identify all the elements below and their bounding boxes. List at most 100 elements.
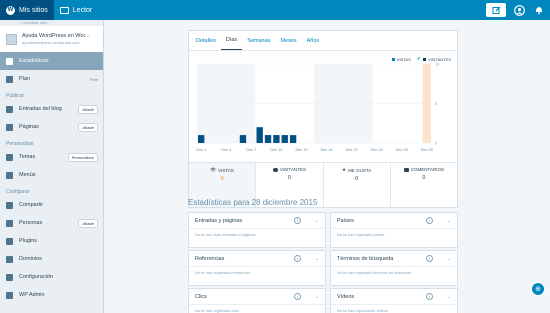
personalize-header: Personalizar bbox=[6, 141, 34, 147]
chart-bar[interactable] bbox=[264, 135, 272, 143]
chart-bar[interactable] bbox=[281, 135, 288, 143]
summary-views-value: 0 bbox=[220, 176, 224, 182]
summary-comments[interactable]: COMENTARIOS 0 bbox=[391, 163, 457, 207]
settings-icon bbox=[6, 273, 13, 281]
write-post-button[interactable] bbox=[486, 3, 506, 17]
sidebar-item-label: Entradas del blog bbox=[19, 106, 62, 112]
sidebar: < Cambiar sitio Ayuda WordPress en Wor..… bbox=[0, 20, 104, 313]
panel-header[interactable]: Países i ⌄ bbox=[331, 213, 457, 229]
panel-title: Clics bbox=[195, 293, 207, 300]
sidebar-item-pages[interactable]: Páginas Añadir bbox=[0, 118, 103, 136]
panel-header[interactable]: Entradas y páginas i ⌄ bbox=[189, 213, 325, 229]
customize-button[interactable]: Personalizar bbox=[67, 152, 98, 162]
panel-title: Entradas y páginas bbox=[195, 217, 243, 224]
panel-countries: Países i ⌄ No se han registrado países bbox=[330, 212, 458, 248]
sidebar-item-label: Estadísticas bbox=[19, 58, 49, 64]
add-post-button[interactable]: Añadir bbox=[78, 104, 98, 114]
summary-visitors-value: 0 bbox=[287, 175, 291, 181]
sidebar-item-themes[interactable]: Temas Personalizar bbox=[0, 148, 103, 166]
tab-months[interactable]: Meses bbox=[275, 33, 301, 50]
chart-bar[interactable] bbox=[198, 135, 205, 143]
chart-bar[interactable] bbox=[273, 135, 280, 143]
checkbox-icon[interactable]: ✔ bbox=[417, 56, 421, 62]
add-page-button[interactable]: Añadir bbox=[78, 122, 98, 132]
info-icon[interactable]: i bbox=[426, 255, 433, 262]
wp-admin-icon bbox=[6, 291, 13, 299]
share-icon bbox=[6, 201, 13, 209]
chevron-down-icon[interactable]: ⌄ bbox=[447, 294, 451, 300]
my-sites-button[interactable]: W Mis sitios bbox=[0, 0, 54, 20]
profile-avatar-button[interactable] bbox=[512, 3, 526, 17]
panel-empty-text: No se han registrado términos de búsqued… bbox=[337, 271, 411, 275]
sidebar-item-domains[interactable]: Dominios bbox=[0, 250, 103, 268]
site-url: ayudawordpress.wordpress.com bbox=[22, 40, 80, 45]
eye-icon: 👁 bbox=[210, 167, 217, 172]
my-sites-label: Mis sitios bbox=[19, 6, 48, 14]
chart-bar[interactable] bbox=[256, 127, 263, 143]
tab-weeks[interactable]: Semanas bbox=[242, 33, 275, 50]
info-icon[interactable]: i bbox=[294, 217, 301, 224]
y-tick-label: 0 bbox=[435, 141, 438, 146]
sidebar-item-posts[interactable]: Entradas del blog Añadir bbox=[0, 100, 103, 118]
person-icon bbox=[272, 167, 278, 172]
panel-empty-text: No se han visto entradas ni páginas bbox=[195, 233, 256, 237]
sidebar-item-label: WP Admin bbox=[19, 292, 45, 298]
reader-button[interactable]: Lector bbox=[54, 0, 98, 20]
site-icon bbox=[6, 33, 17, 45]
tab-days[interactable]: Días bbox=[220, 33, 243, 50]
comment-icon bbox=[403, 167, 409, 172]
info-icon[interactable]: i bbox=[426, 217, 433, 224]
panel-videos: Vídeos i ⌄ No se han reproducido vídeos bbox=[330, 288, 458, 313]
panel-title: Términos de búsqueda bbox=[337, 255, 394, 262]
info-icon[interactable]: i bbox=[294, 255, 301, 262]
sidebar-item-plan[interactable]: Plan Free bbox=[0, 70, 103, 88]
sidebar-item-label: Páginas bbox=[19, 124, 39, 130]
legend-visitors[interactable]: ✔ VISITANTES bbox=[417, 56, 451, 62]
x-tick-label: Dec 22 bbox=[371, 148, 383, 152]
panel-empty-text: No se han registrado países bbox=[337, 233, 385, 237]
notifications-button[interactable] bbox=[532, 3, 546, 17]
info-icon[interactable]: i bbox=[426, 293, 433, 300]
panel-header[interactable]: Referencias i ⌄ bbox=[189, 251, 325, 267]
help-button[interactable]: ⊕ bbox=[531, 282, 545, 296]
visitors-swatch-icon bbox=[422, 57, 426, 61]
panel-header[interactable]: Términos de búsqueda i ⌄ bbox=[331, 251, 457, 267]
sidebar-item-people[interactable]: Personas Añadir bbox=[0, 214, 103, 232]
add-person-button[interactable]: Añadir bbox=[78, 218, 98, 228]
panel-header[interactable]: Vídeos i ⌄ bbox=[331, 289, 457, 305]
panel-title: Vídeos bbox=[337, 293, 355, 300]
sidebar-item-wp-admin[interactable]: WP Admin bbox=[0, 286, 103, 304]
chevron-down-icon[interactable]: ⌄ bbox=[315, 294, 319, 300]
configure-header: Configurar bbox=[6, 189, 30, 195]
info-icon[interactable]: i bbox=[294, 293, 301, 300]
sidebar-item-share[interactable]: Compartir bbox=[0, 196, 103, 214]
legend-views-label: VISTAS bbox=[396, 56, 411, 62]
chevron-down-icon[interactable]: ⌄ bbox=[315, 218, 319, 224]
x-tick-label: Dec 25 bbox=[396, 148, 408, 152]
summary-comments-label: COMENTARIOS bbox=[410, 167, 444, 172]
sidebar-item-menus[interactable]: Menús bbox=[0, 166, 103, 184]
chevron-down-icon[interactable]: ⌄ bbox=[447, 256, 451, 262]
stats-icon bbox=[6, 57, 13, 65]
wordpress-logo-icon: W bbox=[6, 5, 15, 15]
summary-likes[interactable]: ★ ME GUSTA 0 bbox=[324, 163, 391, 207]
star-icon: ★ bbox=[342, 167, 347, 172]
chart-bar[interactable] bbox=[289, 135, 297, 143]
panel-posts-pages: Entradas y páginas i ⌄ No se han visto e… bbox=[188, 212, 326, 248]
tab-years[interactable]: Años bbox=[302, 33, 325, 50]
chevron-down-icon[interactable]: ⌄ bbox=[315, 256, 319, 262]
x-tick-label: Dec 28 bbox=[421, 148, 433, 152]
chart-bar[interactable] bbox=[239, 135, 247, 143]
stats-chart: VISTAS ✔ VISITANTES 0 5 10 Dec 1 Dec 4 Dec 7 D… bbox=[189, 52, 457, 161]
summary-likes-label: ME GUSTA bbox=[348, 167, 372, 173]
sidebar-item-stats[interactable]: Estadísticas bbox=[0, 52, 103, 70]
x-tick-label: Dec 19 bbox=[346, 148, 358, 152]
panel-header[interactable]: Clics i ⌄ bbox=[189, 289, 325, 305]
sidebar-item-settings[interactable]: Configuración bbox=[0, 268, 103, 286]
tab-details[interactable]: Detalles bbox=[191, 33, 221, 50]
site-card[interactable]: Ayuda WordPress en Wor... ayudawordpress… bbox=[0, 26, 103, 52]
x-tick-label: Dec 16 bbox=[321, 148, 333, 152]
x-tick-label: Dec 10 bbox=[270, 148, 282, 152]
sidebar-item-plugins[interactable]: Plugins bbox=[0, 232, 103, 250]
chevron-down-icon[interactable]: ⌄ bbox=[447, 218, 451, 224]
